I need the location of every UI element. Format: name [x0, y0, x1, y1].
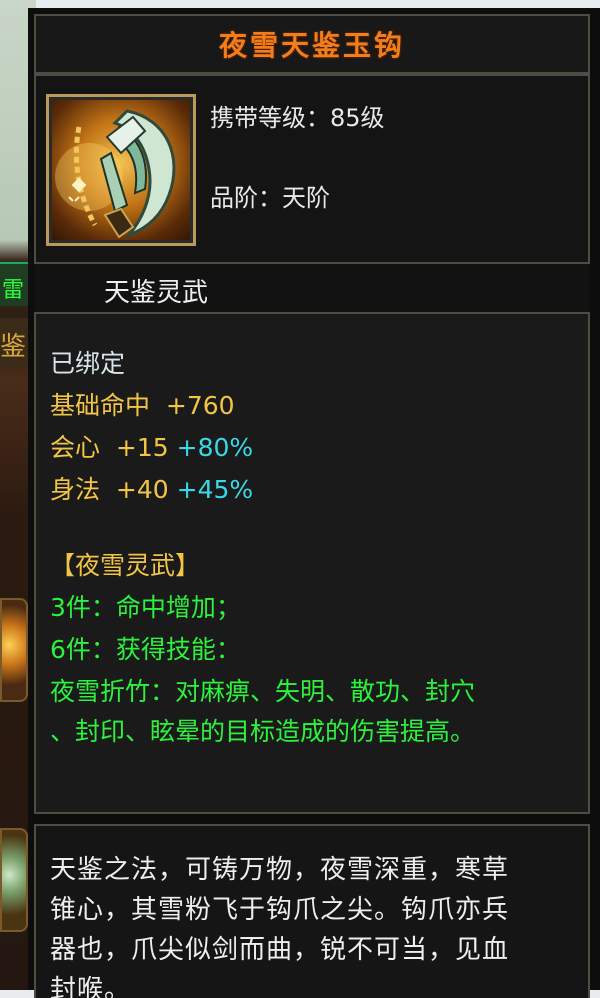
- carry-level-value: 85级: [330, 104, 385, 132]
- stat-base-hit-label: 基础命中: [50, 391, 151, 420]
- backdrop-gold-tab-glyph: 鉴: [0, 332, 27, 362]
- set-skill-line-2: 、封印、眩晕的目标造成的伤害提高。: [50, 717, 476, 746]
- bound-status: 已绑定: [50, 349, 126, 378]
- stats-panel: 已绑定 基础命中 +760 会心 +15 +80% 身法 +40 +45% 【夜…: [34, 312, 590, 814]
- stat-base-hit-value: +760: [165, 391, 235, 420]
- set-name: 【夜雪灵武】: [50, 551, 201, 580]
- stat-crit: 会心 +15 +80%: [50, 428, 253, 464]
- item-name: 夜雪天鉴玉钩: [218, 29, 405, 62]
- description-line: 器也，爪尖似剑而曲，锐不可当，见血: [50, 935, 510, 965]
- grade-label: 品阶：: [210, 184, 282, 212]
- item-info-panel: 携带等级：85级 品阶：天阶: [34, 74, 590, 264]
- stat-agility: 身法 +40 +45%: [50, 470, 253, 506]
- description-text: 天鉴之法，可铸万物，夜雪深重，寒草 锥心，其雪粉飞于钩爪之尖。钩爪亦兵 器也，爪…: [50, 850, 580, 998]
- description-line: 封喉。: [50, 975, 132, 998]
- set-bonus-6: 6件：获得技能：: [50, 635, 241, 664]
- carry-level-row: 携带等级：85级: [210, 98, 385, 133]
- backdrop-gold-tab[interactable]: 鉴: [0, 318, 30, 368]
- description-panel: 天鉴之法，可铸万物，夜雪深重，寒草 锥心，其雪粉飞于钩爪之尖。钩爪亦兵 器也，爪…: [34, 824, 590, 998]
- title-bar: 夜雪天鉴玉钩: [34, 14, 590, 74]
- stat-base-hit: 基础命中 +760: [50, 386, 235, 422]
- grade-row: 品阶：天阶: [210, 178, 330, 213]
- description-line: 锥心，其雪粉飞于钩爪之尖。钩爪亦兵: [50, 895, 510, 925]
- description-line: 天鉴之法，可铸万物，夜雪深重，寒草: [50, 855, 510, 885]
- item-tooltip: 夜雪天鉴玉钩 携带等级：85级 品阶：天阶 天鉴灵武 已绑定 基础命中 +760…: [28, 8, 600, 998]
- backdrop-green-tab[interactable]: 雷: [0, 262, 30, 306]
- stat-agility-value: +40: [115, 475, 169, 504]
- jade-hook-weapon-art: [55, 109, 176, 239]
- item-category: 天鉴灵武: [104, 278, 209, 308]
- grade-value: 天阶: [282, 184, 330, 212]
- backdrop-item-slot[interactable]: [0, 598, 28, 702]
- backdrop-item-slot[interactable]: [0, 828, 28, 932]
- stat-crit-value: +15: [115, 433, 169, 462]
- carry-level-label: 携带等级：: [210, 104, 330, 132]
- set-bonus-3: 3件：命中增加；: [50, 593, 241, 622]
- stat-agility-label: 身法: [50, 475, 101, 504]
- stat-agility-bonus: +45%: [176, 475, 254, 504]
- set-skill-line-1: 夜雪折竹：对麻痹、失明、散功、封穴: [50, 677, 476, 706]
- item-category-row: 天鉴灵武: [34, 264, 590, 314]
- stat-crit-label: 会心: [50, 433, 101, 462]
- stat-crit-bonus: +80%: [176, 433, 254, 462]
- backdrop-green-tab-glyph: 雷: [2, 278, 25, 303]
- jade-hook-weapon-icon: [46, 94, 196, 246]
